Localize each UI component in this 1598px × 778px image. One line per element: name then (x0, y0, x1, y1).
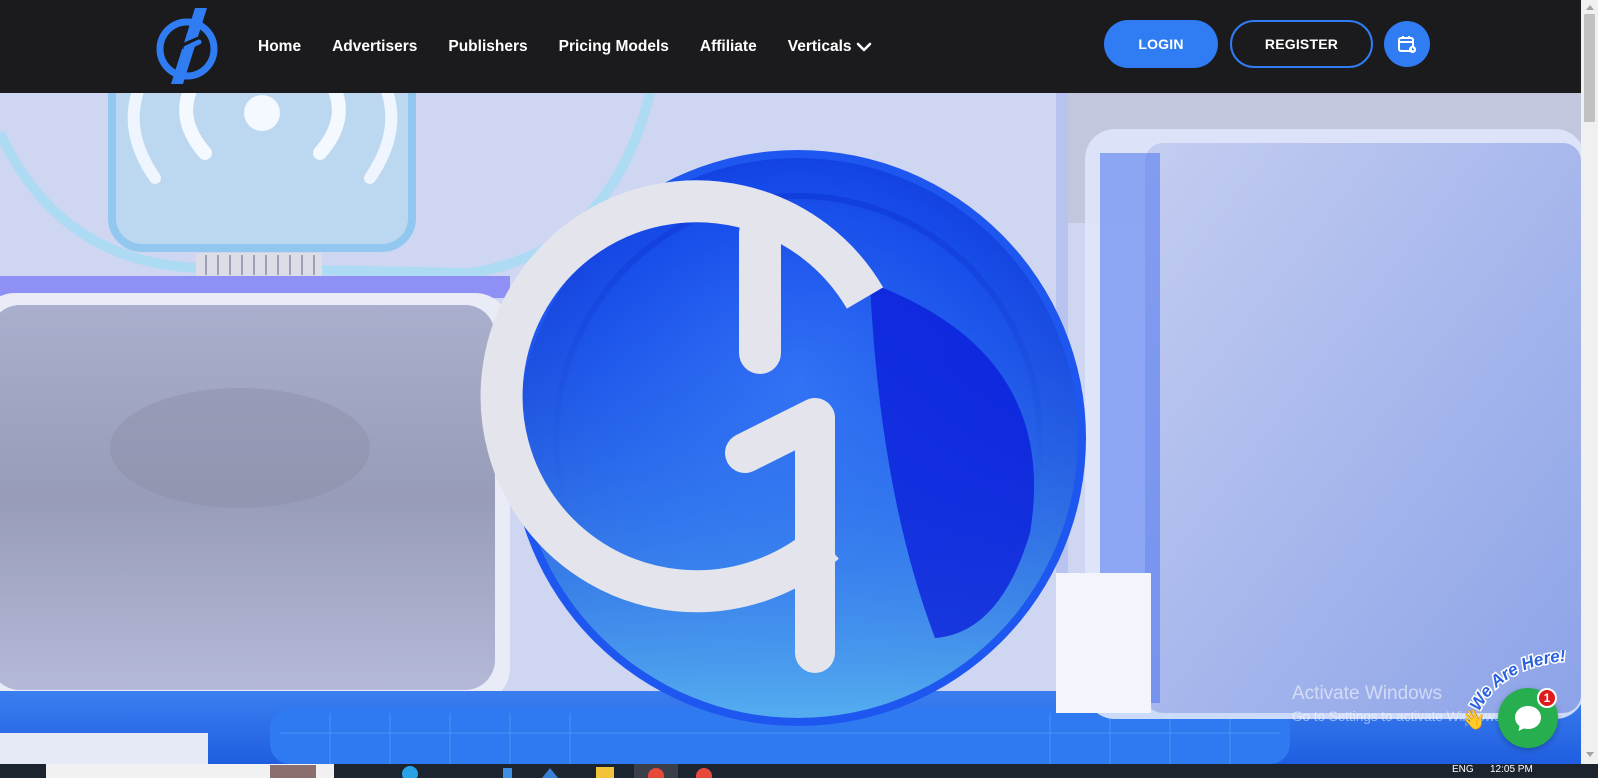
taskbar-clock[interactable]: 12:05 PM (1490, 764, 1533, 775)
hand-wave-icon: 👋 (1465, 708, 1486, 730)
chat-notification-badge: 1 (1537, 688, 1557, 708)
nav-verticals-dropdown[interactable]: Verticals (788, 38, 872, 56)
chevron-down-icon (856, 42, 871, 51)
nav-home[interactable]: Home (258, 38, 301, 56)
taskbar-app-icons (402, 764, 712, 778)
os-taskbar: ENG 12:05 PM (0, 764, 1598, 778)
nav-advertisers[interactable]: Advertisers (332, 38, 417, 56)
top-navbar: Home Advertisers Publishers Pricing Mode… (0, 0, 1581, 93)
nav-publishers[interactable]: Publishers (448, 38, 527, 56)
scroll-up-arrow-icon[interactable] (1586, 5, 1594, 10)
nav-verticals-label: Verticals (787, 37, 852, 55)
hero-banner (0, 93, 1581, 764)
windows-activation-watermark: Activate Windows (1292, 683, 1442, 704)
scroll-thumb[interactable] (1584, 14, 1595, 122)
main-nav: Home Advertisers Publishers Pricing Mode… (258, 0, 872, 93)
hero-illustration (0, 93, 1581, 764)
page: Home Advertisers Publishers Pricing Mode… (0, 0, 1598, 778)
nav-affiliate[interactable]: Affiliate (700, 38, 757, 56)
calendar-button[interactable] (1384, 21, 1430, 67)
scroll-down-arrow-icon[interactable] (1586, 752, 1594, 757)
taskbar-search-thumbnail (270, 765, 316, 778)
chat-bubble-icon (1515, 706, 1541, 731)
calendar-icon (1398, 36, 1417, 54)
nav-pricing-models[interactable]: Pricing Models (559, 38, 669, 56)
brand-logo-icon[interactable] (155, 6, 223, 86)
taskbar-language[interactable]: ENG (1452, 764, 1474, 775)
login-button[interactable]: LOGIN (1104, 20, 1218, 68)
page-scrollbar[interactable] (1581, 0, 1598, 764)
register-button[interactable]: REGISTER (1230, 20, 1373, 68)
